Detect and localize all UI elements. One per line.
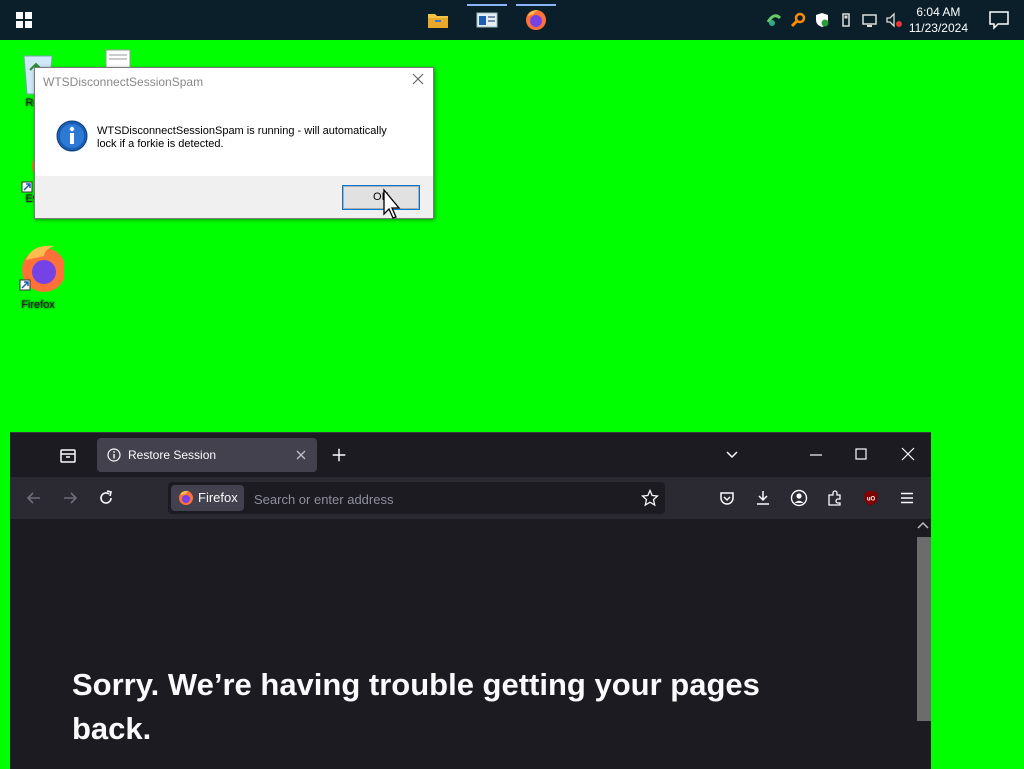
search-magnifier-icon[interactable] <box>789 11 807 29</box>
network-sync-icon[interactable] <box>765 11 783 29</box>
identity-box[interactable]: Firefox <box>171 485 244 511</box>
clock-date: 11/23/2024 <box>908 21 968 35</box>
downloads-icon[interactable] <box>754 489 772 507</box>
taskbar-firefox[interactable] <box>516 4 556 36</box>
list-all-tabs-icon[interactable] <box>724 447 740 463</box>
url-bar[interactable]: Firefox <box>168 482 665 514</box>
firefox-icon <box>179 490 193 505</box>
desktop-icon-firefox[interactable]: Firefox <box>6 244 70 311</box>
info-circle-icon <box>107 448 121 462</box>
taskbar: 6:04 AM 11/23/2024 <box>0 0 1024 40</box>
ublock-origin-icon[interactable]: uO <box>862 489 880 507</box>
tab-strip: Restore Session <box>10 433 931 477</box>
page-heading: Sorry. We’re having trouble getting your… <box>72 667 760 746</box>
minimize-icon[interactable] <box>808 445 824 465</box>
tab-close-button[interactable] <box>295 446 307 465</box>
active-indicator <box>467 4 507 6</box>
window-app-icon <box>476 12 498 28</box>
firefox-icon <box>526 10 546 30</box>
identity-label: Firefox <box>198 490 238 505</box>
tab-title: Restore Session <box>128 448 217 462</box>
page-content: Sorry. We’re having trouble getting your… <box>10 519 914 769</box>
maximize-icon[interactable] <box>855 448 867 460</box>
pocket-icon[interactable] <box>718 489 736 507</box>
scroll-up-arrow-icon[interactable] <box>917 521 929 529</box>
close-icon <box>296 450 306 460</box>
firefox-view-icon[interactable] <box>58 445 78 465</box>
scrollbar-thumb[interactable] <box>917 537 931 721</box>
dialog-message: WTSDisconnectSessionSpam is running - wi… <box>97 125 417 151</box>
window-close-icon[interactable] <box>901 447 915 461</box>
vertical-scrollbar[interactable] <box>914 519 931 769</box>
dialog-message-line: WTSDisconnectSessionSpam is running - wi… <box>97 125 387 137</box>
dialog-close-button[interactable] <box>411 72 425 91</box>
folder-icon <box>428 14 448 28</box>
tab-restore-session[interactable]: Restore Session <box>97 438 317 472</box>
close-icon <box>412 73 424 85</box>
dialog-footer: OK <box>35 176 433 218</box>
forward-arrow-icon[interactable] <box>61 489 79 507</box>
message-dialog: WTSDisconnectSessionSpam WTSDisconnectSe… <box>34 67 434 219</box>
svg-text:uO: uO <box>867 497 876 503</box>
windows-start-icon[interactable] <box>8 9 40 31</box>
dialog-title: WTSDisconnectSessionSpam <box>43 75 204 89</box>
info-icon <box>56 120 88 152</box>
extensions-puzzle-icon[interactable] <box>826 489 844 507</box>
taskbar-app-window[interactable] <box>467 4 507 36</box>
bookmark-star-icon[interactable] <box>641 489 659 507</box>
menu-hamburger-icon[interactable] <box>898 489 916 507</box>
notification-center-icon[interactable] <box>988 10 1010 30</box>
navigation-toolbar: Firefox uO <box>10 477 931 519</box>
address-input[interactable] <box>252 485 626 513</box>
active-indicator <box>516 4 556 6</box>
desktop-icon-label: Firefox <box>21 299 55 311</box>
account-icon[interactable] <box>790 489 808 507</box>
back-arrow-icon[interactable] <box>25 489 43 507</box>
new-tab-plus-icon[interactable] <box>330 446 348 464</box>
clock-time: 6:04 AM <box>916 5 961 19</box>
reload-icon[interactable] <box>97 489 115 507</box>
usb-device-icon[interactable] <box>837 11 855 29</box>
taskbar-clock[interactable]: 6:04 AM 11/23/2024 <box>909 4 968 36</box>
dialog-message-line: lock if a forkie is detected. <box>97 138 224 150</box>
network-monitor-icon[interactable] <box>861 11 879 29</box>
taskbar-file-explorer[interactable] <box>418 4 458 36</box>
mouse-cursor-icon <box>383 188 401 219</box>
firefox-window: Restore Session Firefox Search or enter … <box>10 432 931 769</box>
volume-muted-icon[interactable] <box>885 11 903 29</box>
defender-shield-icon[interactable] <box>813 11 831 29</box>
firefox-icon <box>19 245 66 292</box>
